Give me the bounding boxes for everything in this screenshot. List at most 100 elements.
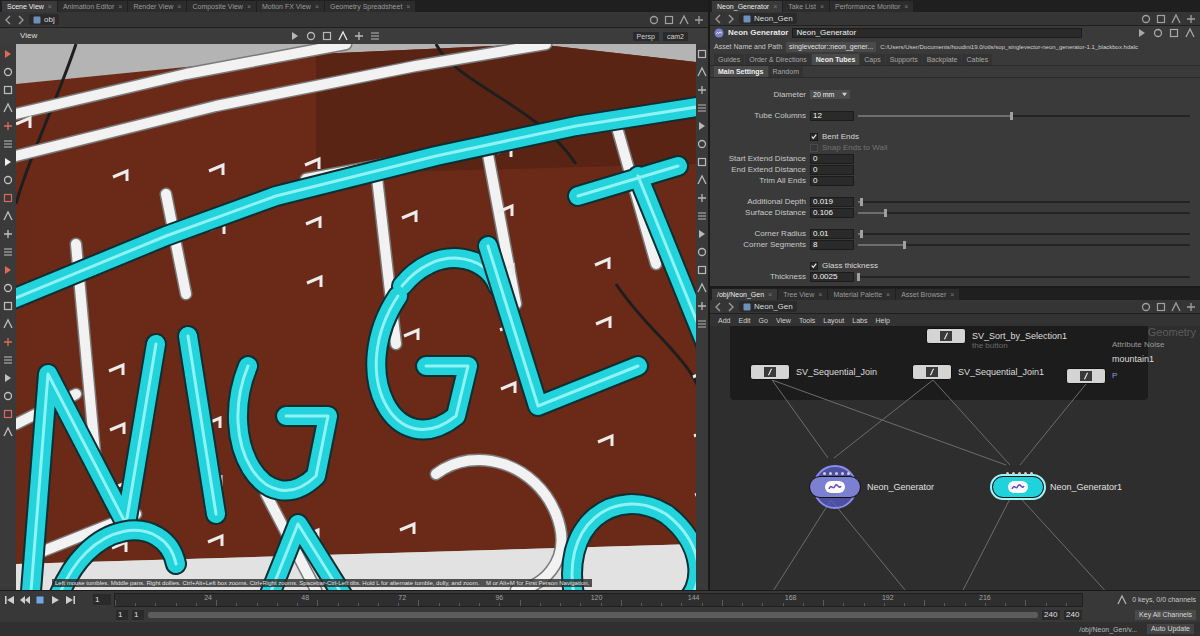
parm-slider-handle[interactable]: [860, 230, 863, 238]
asset-name-menu[interactable]: singlevector::neon_gener...: [786, 42, 876, 52]
menu-item[interactable]: Help: [871, 317, 893, 324]
display-option-icon[interactable]: [696, 228, 708, 240]
node-body[interactable]: [912, 364, 952, 380]
pane-tab[interactable]: Asset Browser×: [896, 289, 959, 300]
menu-item[interactable]: Edit: [734, 317, 754, 324]
network-node[interactable]: SV_Sequential_Join1: [912, 364, 952, 380]
display-option-icon[interactable]: [696, 282, 708, 294]
tab-close-icon[interactable]: ×: [247, 3, 251, 10]
folder-tab[interactable]: Cables: [962, 54, 992, 65]
parm-slider-handle[interactable]: [1010, 112, 1013, 120]
parm-slider-track[interactable]: [858, 276, 1190, 278]
tool-icon[interactable]: [2, 408, 14, 420]
folder-tab[interactable]: Neon Tubes: [812, 54, 860, 65]
tab-close-icon[interactable]: ×: [818, 291, 822, 298]
pane-option-icon[interactable]: [1170, 13, 1182, 25]
display-option-icon[interactable]: [696, 174, 708, 186]
projection-menu[interactable]: Persp: [633, 32, 659, 41]
parm-field[interactable]: 0: [810, 154, 854, 164]
path-chip[interactable]: obj: [29, 14, 59, 25]
network-node[interactable]: Neon_Generator: [805, 465, 865, 509]
forward-arrow-icon[interactable]: [726, 302, 736, 312]
viewer-tool-icon[interactable]: [369, 30, 381, 42]
path-chip[interactable]: Neon_Gen: [739, 13, 797, 24]
step-back-icon[interactable]: [19, 594, 31, 606]
auto-update-menu[interactable]: Auto Update: [1147, 624, 1194, 634]
menu-item[interactable]: Go: [755, 317, 772, 324]
pane-tab[interactable]: Tree View×: [778, 289, 827, 300]
pane-tab[interactable]: Performance Monitor×: [830, 1, 913, 12]
viewer-tool-icon[interactable]: [337, 30, 349, 42]
tool-icon[interactable]: [2, 120, 14, 132]
input-connector[interactable]: [847, 472, 850, 475]
tool-icon[interactable]: [2, 318, 14, 330]
subfolder-tab[interactable]: Main Settings: [714, 66, 768, 77]
pane-tab[interactable]: Animation Editor×: [58, 1, 127, 12]
network-node[interactable]: SV_Sequential_Join: [750, 364, 790, 380]
frame-ruler[interactable]: 24487296120144168192216: [114, 593, 1083, 607]
pane-tab[interactable]: Motion FX View×: [257, 1, 324, 12]
parm-field[interactable]: 0: [810, 165, 854, 175]
viewer-tool-icon[interactable]: [321, 30, 333, 42]
folder-tab[interactable]: Caps: [860, 54, 884, 65]
display-option-icon[interactable]: [696, 318, 708, 330]
range-slider-fill[interactable]: [148, 612, 1038, 618]
viewer-tool-icon[interactable]: [305, 30, 317, 42]
current-frame-field[interactable]: 1: [93, 594, 111, 605]
pane-tab[interactable]: Composite View×: [187, 1, 256, 12]
pane-tab[interactable]: Render View×: [128, 1, 186, 12]
tool-icon[interactable]: [2, 246, 14, 258]
range-end-field[interactable]: 240: [1042, 610, 1060, 620]
neon-node-wrap[interactable]: [805, 465, 865, 509]
parm-field[interactable]: 8: [810, 240, 854, 250]
network-node[interactable]: mountain1Attribute NoiseP: [1066, 368, 1106, 384]
input-connector[interactable]: [1024, 472, 1027, 475]
input-connector[interactable]: [829, 472, 832, 475]
display-option-icon[interactable]: [696, 84, 708, 96]
range-start-field[interactable]: 1: [132, 610, 144, 620]
pane-tab[interactable]: Geometry Spreadsheet×: [325, 1, 415, 12]
pane-option-icon[interactable]: [1155, 13, 1167, 25]
pane-option-icon[interactable]: [1170, 301, 1182, 313]
tool-icon[interactable]: [2, 372, 14, 384]
back-arrow-icon[interactable]: [3, 15, 13, 25]
parm-slider-track[interactable]: [858, 212, 1190, 214]
pane-option-icon[interactable]: [663, 14, 675, 26]
folder-tab[interactable]: Supports: [886, 54, 922, 65]
tab-close-icon[interactable]: ×: [315, 3, 319, 10]
path-chip[interactable]: Neon_Gen: [739, 301, 797, 312]
parm-slider-track[interactable]: [858, 244, 1190, 246]
pane-option-icon[interactable]: [1185, 13, 1197, 25]
range-slider-track[interactable]: [148, 612, 1038, 618]
pane-option-icon[interactable]: [1140, 13, 1152, 25]
play-icon[interactable]: [49, 594, 61, 606]
tab-close-icon[interactable]: ×: [820, 3, 824, 10]
input-connector[interactable]: [1006, 472, 1009, 475]
tool-icon[interactable]: [2, 228, 14, 240]
tool-icon[interactable]: [2, 192, 14, 204]
key-icon[interactable]: [1116, 594, 1128, 606]
tab-close-icon[interactable]: ×: [406, 3, 410, 10]
parm-slider-handle[interactable]: [903, 241, 906, 249]
node-body[interactable]: [1066, 368, 1106, 384]
tool-icon[interactable]: [2, 426, 14, 438]
display-option-icon[interactable]: [696, 300, 708, 312]
start-frame-field[interactable]: 1: [116, 610, 128, 620]
parameter-option-icon[interactable]: [1168, 27, 1180, 39]
node-body[interactable]: [750, 364, 790, 380]
menu-item[interactable]: Layout: [819, 317, 848, 324]
display-option-icon[interactable]: [696, 192, 708, 204]
parm-field[interactable]: 0.106: [810, 208, 854, 218]
folder-tab[interactable]: Guides: [714, 54, 744, 65]
parm-slider-track[interactable]: [858, 233, 1190, 235]
parm-checkbox[interactable]: [810, 262, 818, 270]
forward-arrow-icon[interactable]: [726, 14, 736, 24]
tool-icon[interactable]: [2, 66, 14, 78]
tool-icon[interactable]: [2, 48, 14, 60]
pane-option-icon[interactable]: [678, 14, 690, 26]
tab-close-icon[interactable]: ×: [118, 3, 122, 10]
pane-option-icon[interactable]: [648, 14, 660, 26]
neon-node-wrap[interactable]: [988, 465, 1048, 509]
parm-slider-track[interactable]: [858, 115, 1190, 117]
skip-to-end-icon[interactable]: [64, 594, 76, 606]
